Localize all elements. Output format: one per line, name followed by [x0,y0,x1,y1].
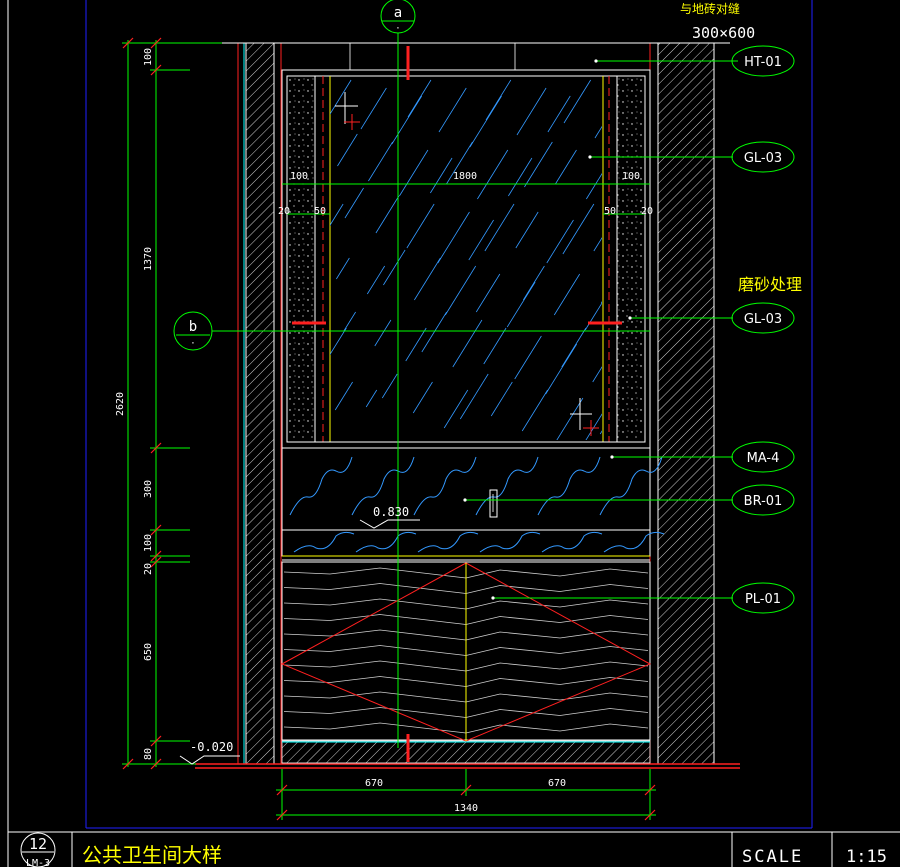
mirror-dimensions [282,183,650,215]
dim-bottom-left-670: 670 [365,778,383,789]
mirror-glass [330,79,602,440]
frosted-note: 磨砂处理 [738,275,802,294]
marble-band [281,447,665,561]
frosted-border-left [287,76,315,442]
drawing-title: 公共卫生间大样 [82,843,222,867]
dim-1370: 1370 [143,247,154,271]
left-wall [237,42,282,765]
centre-lines [212,30,650,762]
dim-bottom-right-670: 670 [548,778,566,789]
vertical-dimension-ticks [122,37,162,770]
dim-650: 650 [143,643,154,661]
level-counter-label: 0.830 [373,505,409,519]
vertical-dimension-labels: 100 1370 2620 300 100 20 650 80 [115,48,154,760]
sheet-ref: LM-3 [26,858,50,867]
scale-value: 1:15 [846,847,887,867]
tag-gl03-a-label: GL-03 [744,151,782,166]
dim-mirror-right-50: 50 [604,206,616,217]
dim-100-top: 100 [143,48,154,66]
dim-20: 20 [143,563,154,575]
tag-br01: BR-01 [463,484,795,516]
dim-mirror-right-20: 20 [641,206,653,217]
level-counter: 0.830 [359,505,420,529]
dim-mirror-left-100: 100 [290,171,308,182]
dim-80: 80 [143,748,154,760]
tag-ht01-label: HT-01 [744,55,782,70]
dim-bottom-1340: 1340 [454,803,478,814]
tag-ma4-label: MA-4 [747,451,780,466]
vertical-dimensions [122,40,222,767]
tag-br01-label: BR-01 [744,494,783,509]
mirror-frame [281,69,651,449]
level-floor: -0.020 [179,740,240,765]
tag-gl03-b-label: GL-03 [744,312,782,327]
top-note: 与地砖对缝 [680,1,740,16]
tile-size-note: 300×600 [692,24,755,42]
svg-text:·: · [190,339,195,349]
tag-pl01: PL-01 [491,582,795,614]
dim-2620: 2620 [115,392,126,416]
dim-mirror-1800: 1800 [453,171,477,182]
sheet-number: 12 [29,835,47,853]
mirror-dimension-labels: 100 1800 100 20 50 50 20 [278,171,653,217]
section-marker-a: a · [380,0,416,34]
faucet [489,489,498,518]
scale-label: SCALE [742,847,803,867]
elevation-drawing: 12 LM-3 公共卫生间大样 SCALE 1:15 a · b · 与地砖对缝… [7,0,900,867]
level-floor-label: -0.020 [190,740,233,754]
cross-marks [335,92,599,436]
tag-pl01-label: PL-01 [745,592,781,607]
section-marker-b: b · [173,311,213,351]
svg-text:·: · [395,24,400,34]
dim-300: 300 [143,480,154,498]
section-marker-b-label: b [189,319,197,335]
title-block: 12 LM-3 公共卫生间大样 SCALE 1:15 [8,831,900,867]
dim-mirror-right-100: 100 [622,171,640,182]
dim-mirror-left-50: 50 [314,206,326,217]
right-wall [649,42,715,765]
dim-mirror-left-20: 20 [278,206,290,217]
dim-100-mid: 100 [143,534,154,552]
frosted-border-right [617,76,645,442]
section-marker-a-label: a [394,5,402,21]
panel [280,561,652,742]
